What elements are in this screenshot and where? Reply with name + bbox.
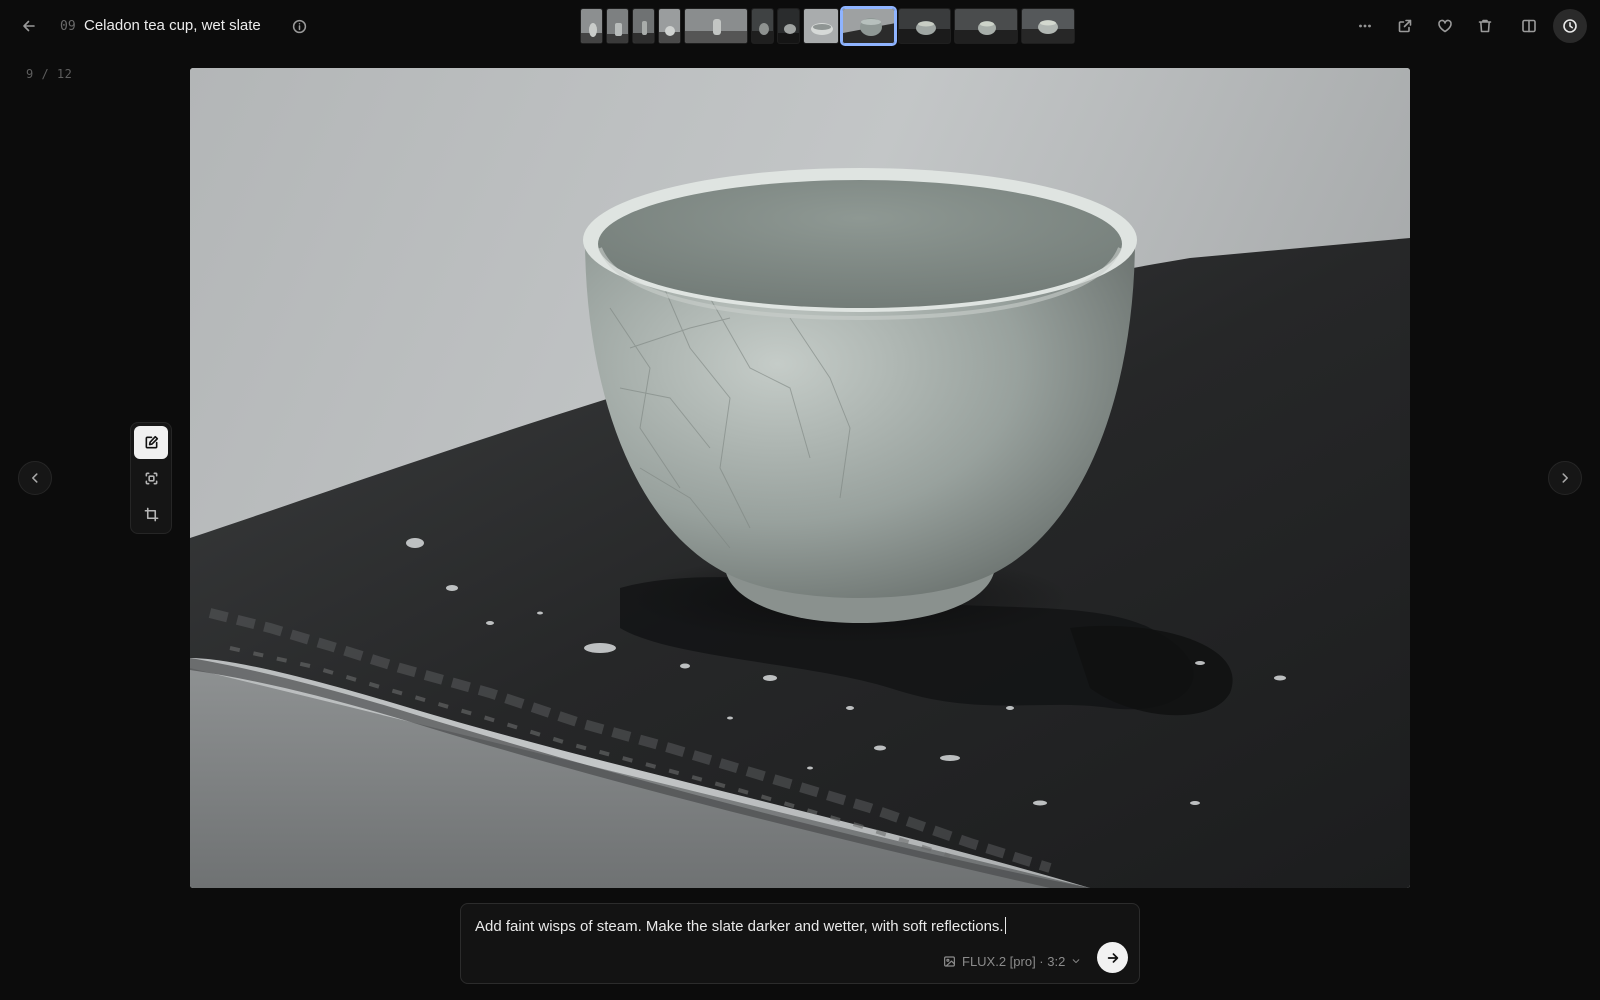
pencil-square-icon [145, 435, 158, 449]
prompt-text: Add faint wisps of steam. Make the slate… [475, 918, 1004, 935]
filmstrip-thumb[interactable] [632, 8, 655, 44]
open-external-button[interactable] [1389, 10, 1421, 42]
external-link-icon [1398, 19, 1412, 33]
page-title: Celadon tea cup, wet slate [84, 17, 261, 34]
chevron-right-icon [1562, 473, 1568, 483]
filmstrip-thumb[interactable] [777, 8, 800, 44]
focus-select-icon [145, 472, 157, 485]
send-button[interactable] [1097, 942, 1128, 973]
filmstrip-thumb[interactable] [898, 8, 951, 44]
ellipsis-icon [1359, 24, 1371, 28]
filmstrip [580, 6, 1075, 46]
filmstrip-thumb[interactable] [954, 8, 1018, 44]
model-selector[interactable]: FLUX.2 [pro] · 3:2 [943, 952, 1081, 970]
previous-image-button[interactable] [18, 461, 52, 495]
favorite-button[interactable] [1429, 10, 1461, 42]
trash-icon [1478, 19, 1492, 33]
model-label: FLUX.2 [pro] · 3:2 [962, 953, 1066, 969]
filmstrip-thumb[interactable] [1021, 8, 1075, 44]
history-button[interactable] [1553, 9, 1587, 43]
edit-tools-panel [130, 422, 172, 534]
chevron-down-icon [1073, 959, 1080, 964]
prompt-box[interactable]: Add faint wisps of steam. Make the slate… [460, 903, 1140, 984]
top-bar: 09 Celadon tea cup, wet slate [0, 0, 1600, 52]
filmstrip-thumb[interactable] [751, 8, 774, 44]
split-view-icon [1522, 19, 1536, 33]
image-index: 09 [60, 19, 76, 34]
heart-icon [1438, 19, 1452, 33]
image-icon [944, 955, 955, 967]
filmstrip-thumb[interactable] [658, 8, 681, 44]
info-button[interactable] [283, 10, 315, 42]
filmstrip-thumb[interactable] [684, 8, 748, 44]
filmstrip-thumb-active[interactable] [840, 6, 897, 46]
edit-tool-button[interactable] [134, 426, 168, 459]
filmstrip-thumb[interactable] [606, 8, 629, 44]
text-caret [1004, 917, 1006, 934]
delete-button[interactable] [1469, 10, 1501, 42]
arrow-left-icon [23, 20, 35, 32]
crop-tool-button[interactable] [134, 498, 168, 531]
image-counter: 9 / 12 [26, 67, 73, 81]
split-view-button[interactable] [1513, 10, 1545, 42]
more-button[interactable] [1349, 10, 1381, 42]
main-image[interactable] [190, 68, 1410, 888]
filmstrip-thumb[interactable] [803, 8, 839, 44]
clock-icon [1563, 19, 1577, 33]
arrow-right-icon [1107, 952, 1118, 963]
back-button[interactable] [13, 10, 45, 42]
select-tool-button[interactable] [134, 462, 168, 495]
chevron-left-icon [32, 473, 38, 483]
info-icon [292, 19, 306, 33]
next-image-button[interactable] [1548, 461, 1582, 495]
prompt-input[interactable]: Add faint wisps of steam. Make the slate… [475, 917, 1006, 935]
filmstrip-thumb[interactable] [580, 8, 603, 44]
crop-icon [144, 507, 158, 522]
